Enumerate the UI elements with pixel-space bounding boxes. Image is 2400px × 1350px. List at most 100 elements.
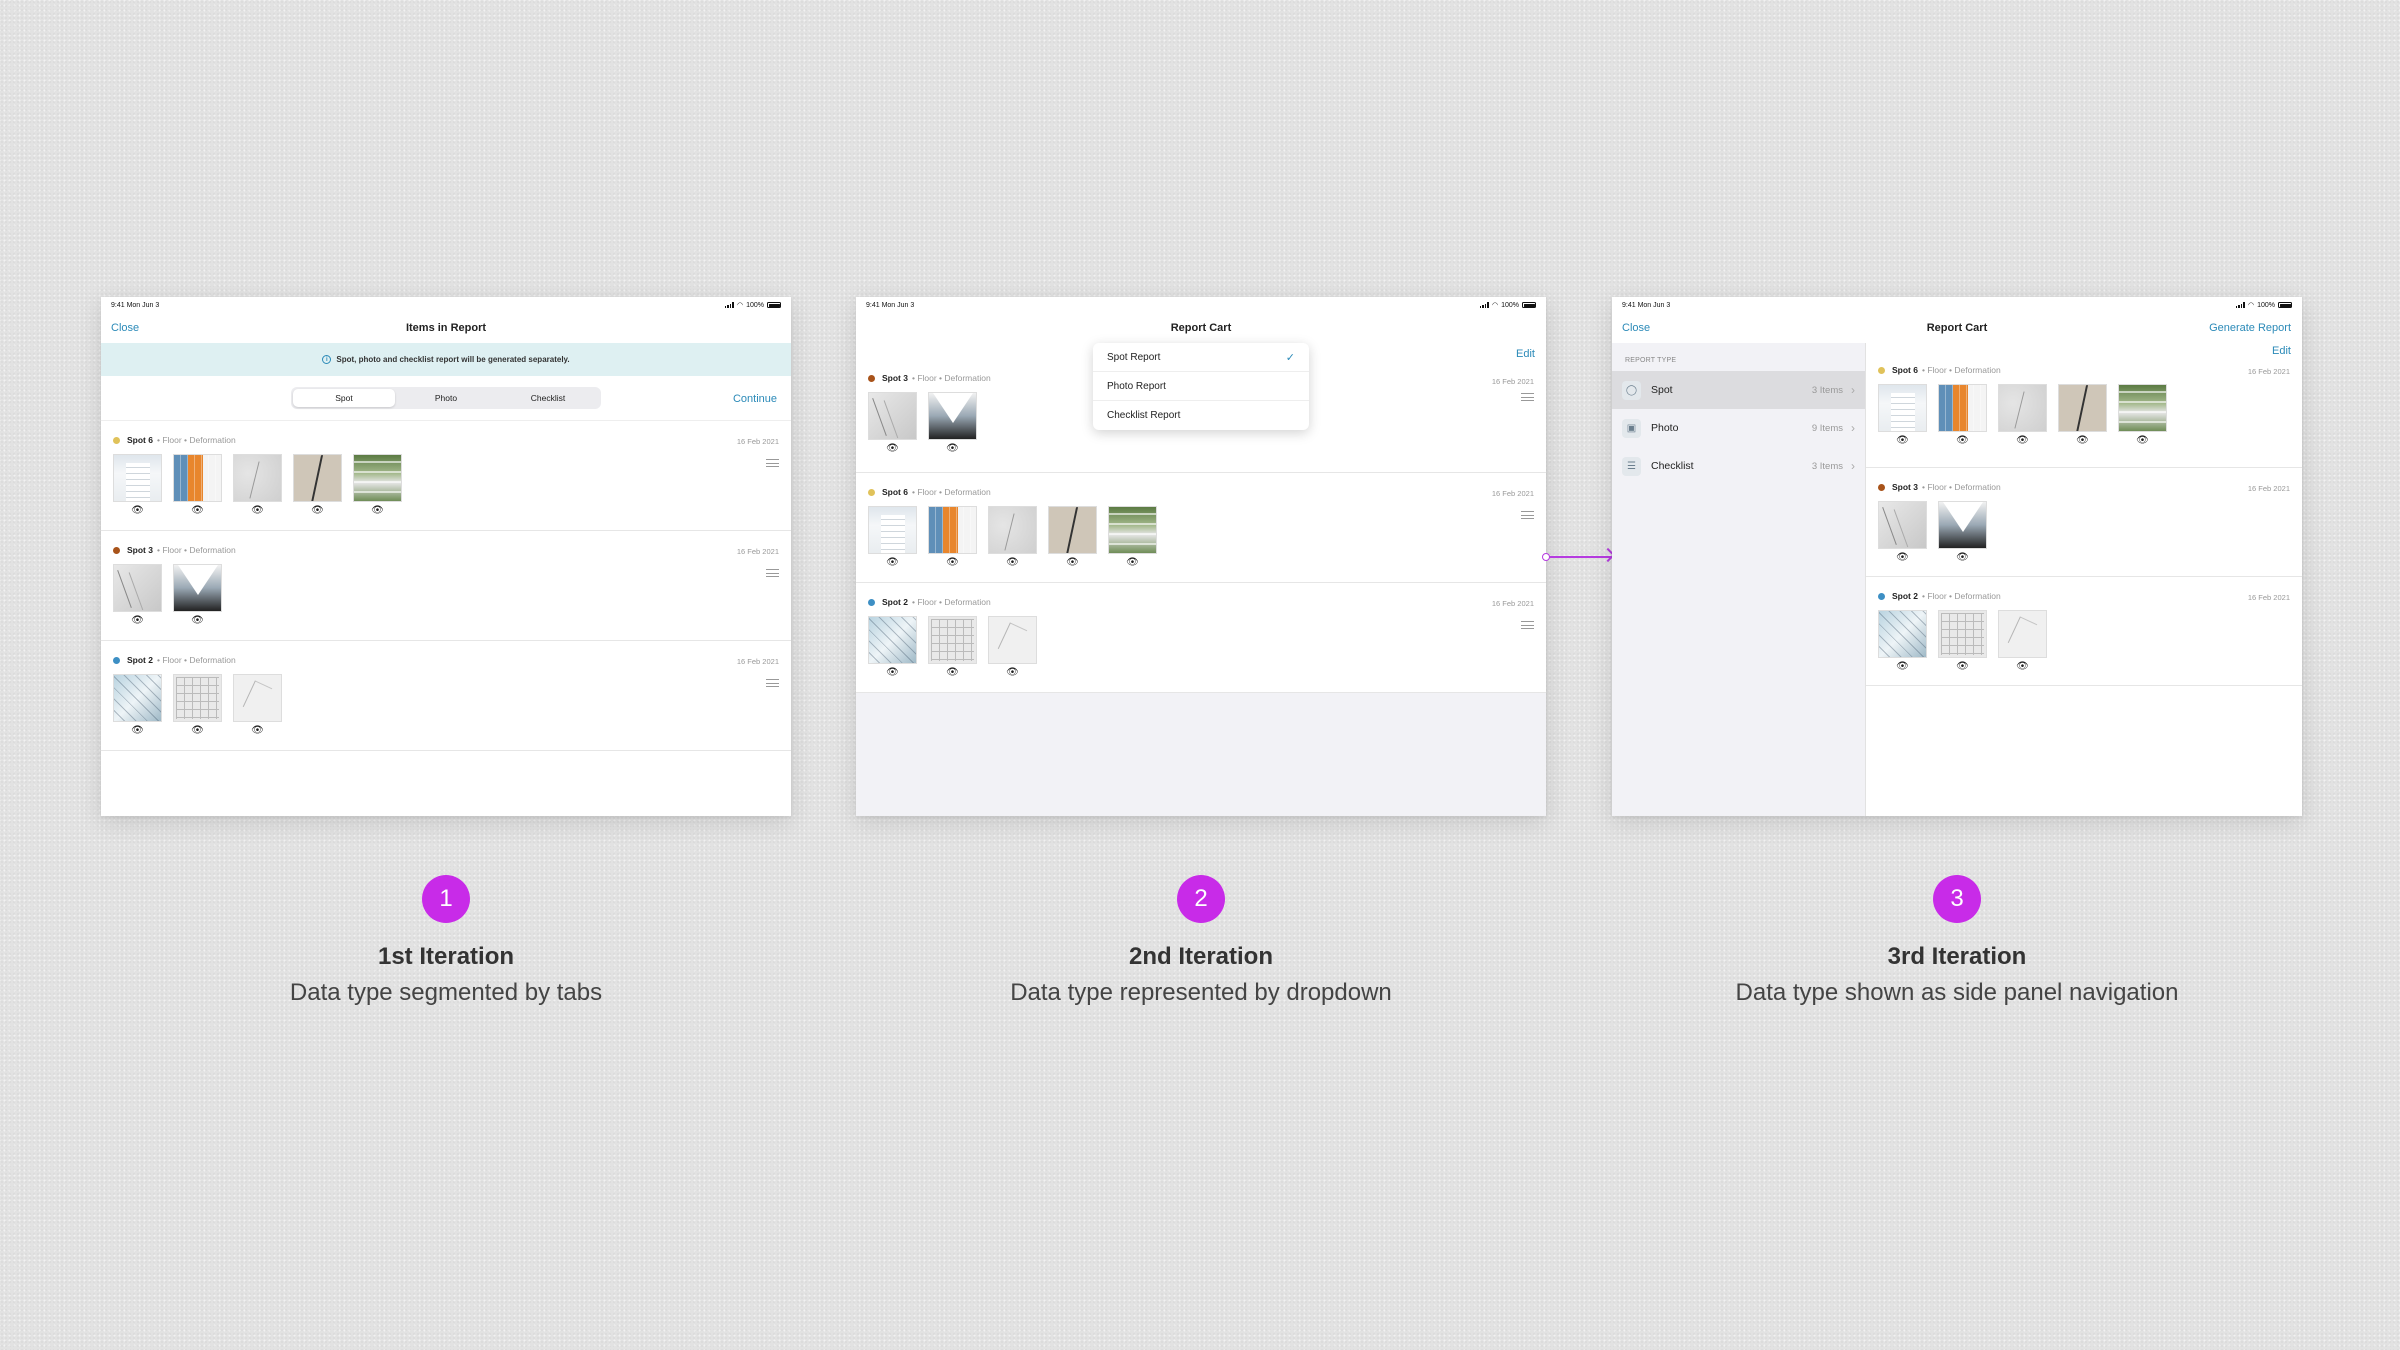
eye-icon[interactable]: 👁 — [2076, 436, 2089, 446]
eye-icon[interactable]: 👁 — [191, 506, 204, 516]
photo-thumbnail[interactable] — [113, 454, 162, 502]
tab-checklist[interactable]: Checklist — [497, 389, 599, 407]
eye-icon[interactable]: 👁 — [311, 506, 324, 516]
tab-spot[interactable]: Spot — [293, 389, 395, 407]
edit-button[interactable]: Edit — [2272, 345, 2291, 357]
photo-thumbnail[interactable] — [233, 674, 282, 722]
photo-thumbnail[interactable] — [1938, 384, 1987, 432]
eye-icon[interactable]: 👁 — [1066, 558, 1079, 568]
drag-handle-icon[interactable] — [766, 679, 779, 690]
eye-icon[interactable]: 👁 — [371, 506, 384, 516]
spot-row[interactable]: Spot 6 • Floor • Deformation 16 Feb 2021… — [856, 473, 1546, 583]
close-button[interactable]: Close — [111, 313, 139, 343]
spot-subtitle: • Floor • Deformation — [1921, 482, 2001, 492]
photo-thumbnail[interactable] — [928, 616, 977, 664]
eye-icon[interactable]: 👁 — [1006, 668, 1019, 678]
eye-icon[interactable]: 👁 — [1956, 553, 1969, 563]
dropdown-item-checklist-report[interactable]: Checklist Report — [1093, 401, 1309, 430]
spot-row[interactable]: Spot 6 • Floor • Deformation 16 Feb 2021… — [101, 421, 791, 531]
photo-thumbnail[interactable] — [353, 454, 402, 502]
photo-thumbnail[interactable] — [2058, 384, 2107, 432]
eye-icon[interactable]: 👁 — [1006, 558, 1019, 568]
photo-thumbnail[interactable] — [1998, 610, 2047, 658]
photo-thumbnail[interactable] — [1938, 610, 1987, 658]
drag-handle-icon[interactable] — [766, 569, 779, 580]
photo-thumbnail[interactable] — [113, 564, 162, 612]
caption-iteration-3: 3 3rd Iteration Data type shown as side … — [1612, 875, 2302, 1007]
eye-icon[interactable]: 👁 — [191, 726, 204, 736]
tab-photo[interactable]: Photo — [395, 389, 497, 407]
eye-icon[interactable]: 👁 — [1896, 662, 1909, 672]
sidebar-item-spot[interactable]: ◯ Spot 3 Items › — [1612, 371, 1865, 409]
eye-icon[interactable]: 👁 — [2016, 662, 2029, 672]
photo-thumbnail[interactable] — [113, 674, 162, 722]
photo-thumbnail[interactable] — [868, 392, 917, 440]
photo-thumbnail[interactable] — [233, 454, 282, 502]
side-panel: REPORT TYPE ◯ Spot 3 Items › ▣ Photo 9 I… — [1612, 343, 1866, 816]
eye-icon[interactable]: 👁 — [131, 506, 144, 516]
photo-thumbnail[interactable] — [293, 454, 342, 502]
eye-icon[interactable]: 👁 — [191, 616, 204, 626]
photo-thumbnail[interactable] — [173, 454, 222, 502]
sidebar-item-checklist[interactable]: ☰ Checklist 3 Items › — [1612, 447, 1865, 485]
dropdown-item-photo-report[interactable]: Photo Report — [1093, 372, 1309, 401]
caption-title: 1st Iteration — [377, 943, 515, 970]
eye-icon[interactable]: 👁 — [1126, 558, 1139, 568]
spot-name: Spot 2 — [1892, 591, 1918, 601]
spot-row[interactable]: Spot 3 • Floor • Deformation 16 Feb 2021… — [1866, 468, 2302, 577]
photo-thumbnail[interactable] — [2118, 384, 2167, 432]
eye-icon[interactable]: 👁 — [946, 444, 959, 454]
spot-color-dot — [868, 374, 875, 382]
eye-icon[interactable]: 👁 — [946, 558, 959, 568]
photo-thumbnail[interactable] — [1108, 506, 1157, 554]
eye-icon[interactable]: 👁 — [1956, 662, 1969, 672]
photo-thumbnail[interactable] — [173, 674, 222, 722]
chevron-right-icon: › — [1851, 383, 1855, 397]
photo-thumbnail[interactable] — [988, 616, 1037, 664]
drag-handle-icon[interactable] — [766, 459, 779, 470]
eye-icon[interactable]: 👁 — [251, 726, 264, 736]
eye-icon[interactable]: 👁 — [131, 726, 144, 736]
spot-row[interactable]: Spot 3 • Floor • Deformation 16 Feb 2021… — [101, 531, 791, 641]
sidebar-item-photo[interactable]: ▣ Photo 9 Items › — [1612, 409, 1865, 447]
eye-icon[interactable]: 👁 — [946, 668, 959, 678]
photo-thumbnail[interactable] — [868, 506, 917, 554]
spot-row[interactable]: Spot 2 • Floor • Deformation 16 Feb 2021… — [101, 641, 791, 751]
photo-thumbnail[interactable] — [1878, 501, 1927, 549]
drag-handle-icon[interactable] — [1521, 393, 1534, 404]
close-button[interactable]: Close — [1622, 313, 1650, 343]
spot-subtitle: • Floor • Deformation — [911, 597, 991, 607]
photo-thumbnail[interactable] — [1878, 610, 1927, 658]
photo-thumbnail[interactable] — [988, 506, 1037, 554]
spot-row[interactable]: Spot 6 • Floor • Deformation 16 Feb 2021… — [1866, 359, 2302, 468]
spot-name: Spot 6 — [127, 435, 153, 445]
photo-thumbnail[interactable] — [868, 616, 917, 664]
eye-icon[interactable]: 👁 — [131, 616, 144, 626]
photo-thumbnail[interactable] — [1938, 501, 1987, 549]
photo-thumbnail[interactable] — [1048, 506, 1097, 554]
eye-icon[interactable]: 👁 — [2136, 436, 2149, 446]
photo-thumbnail[interactable] — [173, 564, 222, 612]
spot-row[interactable]: Spot 2 • Floor • Deformation 16 Feb 2021… — [856, 583, 1546, 693]
eye-icon[interactable]: 👁 — [251, 506, 264, 516]
eye-icon[interactable]: 👁 — [1896, 436, 1909, 446]
dropdown-item-spot-report[interactable]: Spot Report ✓ — [1093, 343, 1309, 372]
eye-icon[interactable]: 👁 — [1896, 553, 1909, 563]
generate-report-button[interactable]: Generate Report — [2209, 313, 2291, 343]
eye-icon[interactable]: 👁 — [886, 558, 899, 568]
photo-thumbnail[interactable] — [1998, 384, 2047, 432]
eye-icon[interactable]: 👁 — [1956, 436, 1969, 446]
spot-row[interactable]: Spot 2 • Floor • Deformation 16 Feb 2021… — [1866, 577, 2302, 686]
edit-button[interactable]: Edit — [1516, 348, 1535, 360]
photo-thumbnail[interactable] — [1878, 384, 1927, 432]
photo-thumbnail[interactable] — [928, 392, 977, 440]
photo-thumbnail[interactable] — [928, 506, 977, 554]
chevron-right-icon: › — [1851, 459, 1855, 473]
eye-icon[interactable]: 👁 — [2016, 436, 2029, 446]
continue-button[interactable]: Continue — [733, 376, 777, 421]
eye-icon[interactable]: 👁 — [886, 668, 899, 678]
eye-icon[interactable]: 👁 — [886, 444, 899, 454]
spot-list-pane: Edit Spot 6 • Floor • Deformation 16 Feb… — [1866, 343, 2302, 816]
drag-handle-icon[interactable] — [1521, 621, 1534, 632]
drag-handle-icon[interactable] — [1521, 511, 1534, 522]
